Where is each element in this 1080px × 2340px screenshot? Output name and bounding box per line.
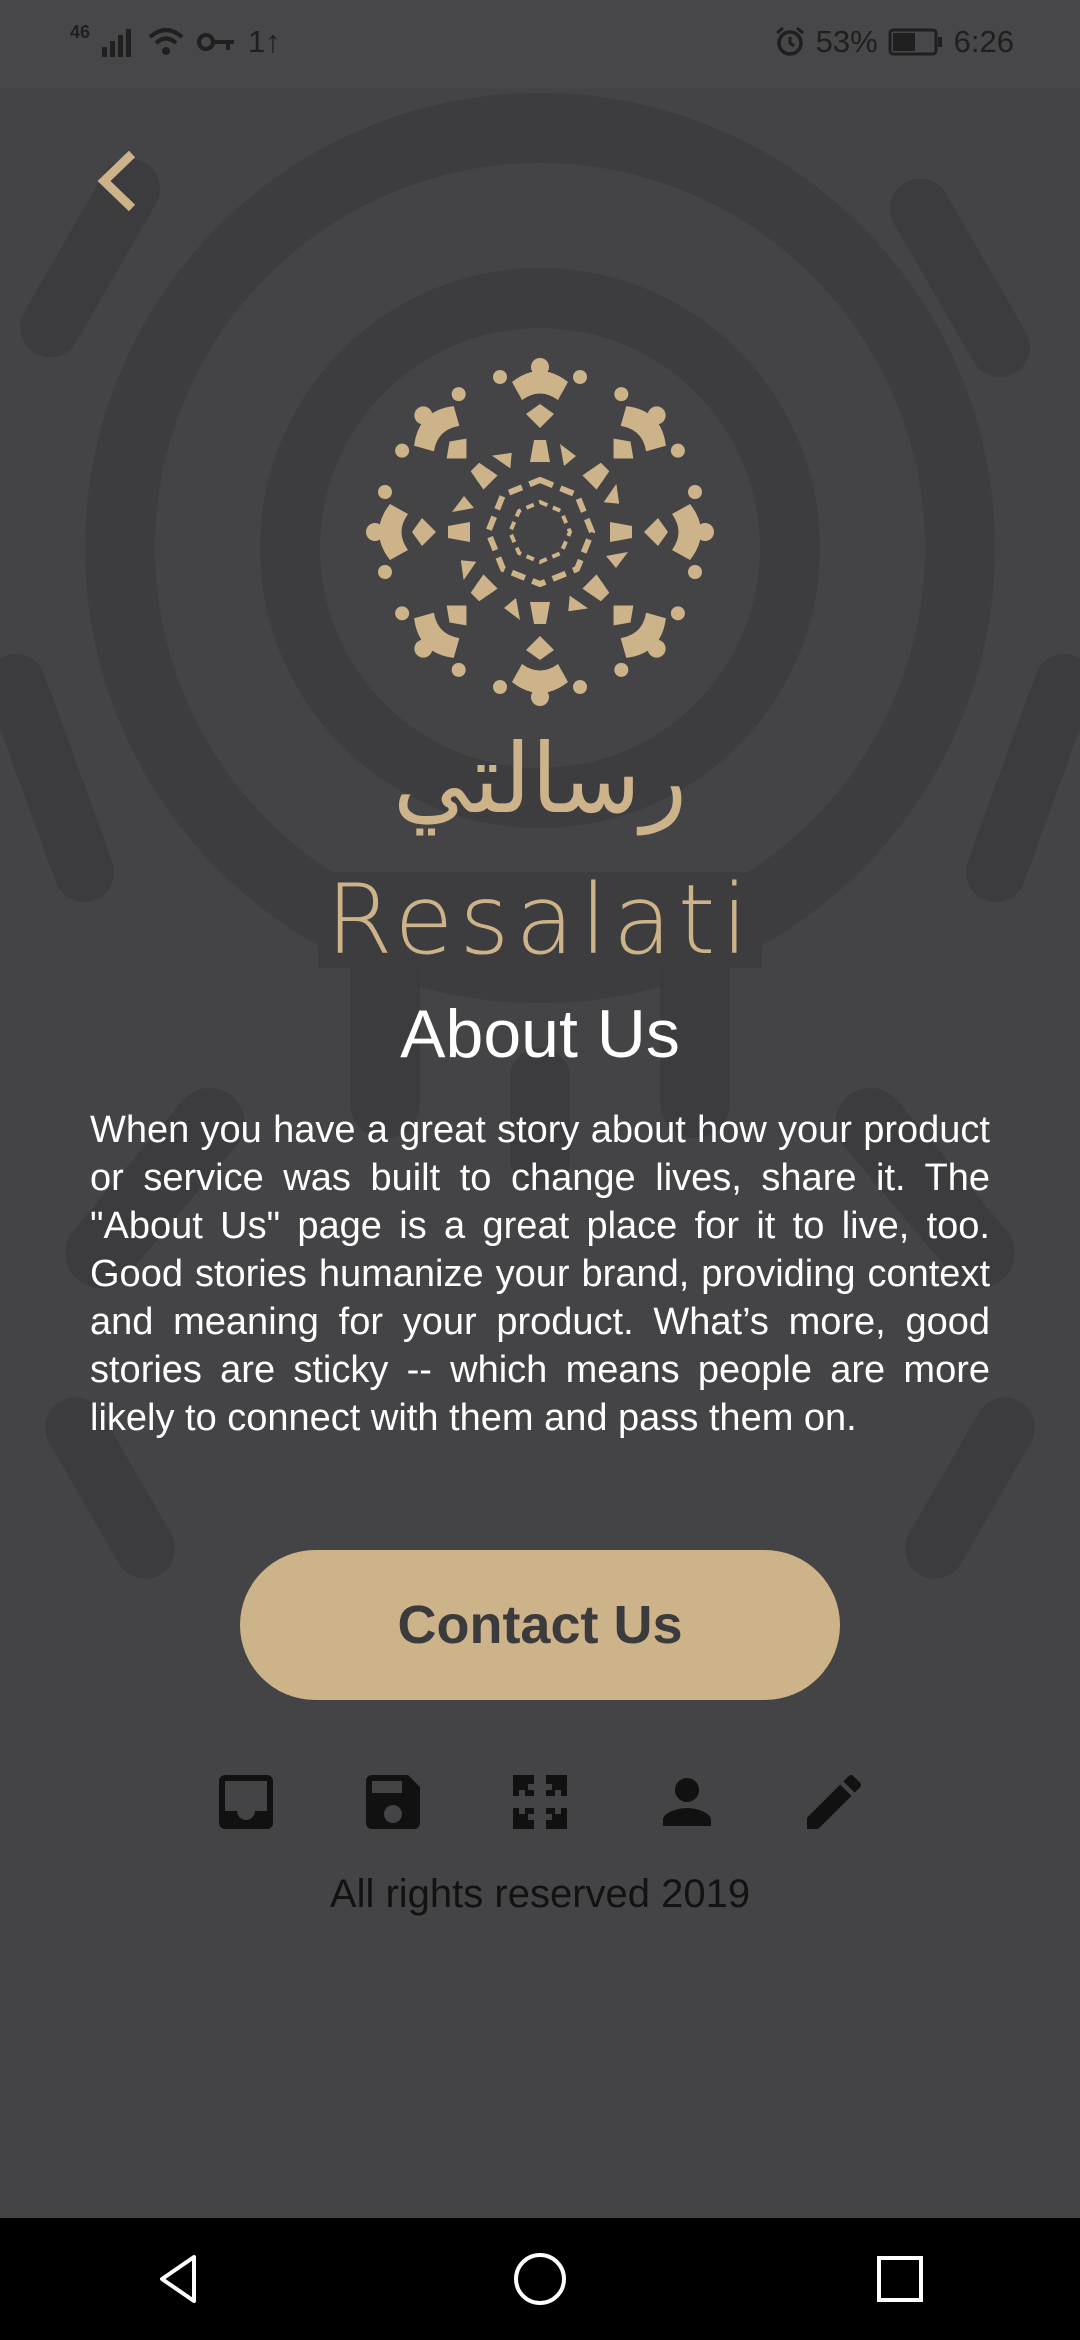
person-icon[interactable]	[651, 1766, 723, 1838]
nav-back-icon[interactable]	[150, 2249, 210, 2309]
logo-mandala	[366, 358, 714, 706]
battery-percent: 53%	[815, 24, 878, 59]
system-navigation-bar	[0, 2218, 1080, 2340]
logo-latin-wordmark: Resalati	[318, 872, 762, 968]
clock: 6:26	[953, 24, 1014, 59]
logo-arabic-wordmark: رسالتي	[393, 732, 687, 836]
svg-text:رسالتي: رسالتي	[393, 732, 687, 836]
inbox-icon[interactable]	[210, 1766, 282, 1838]
copyright-text: All rights reserved 2019	[329, 1872, 751, 1916]
alarm-icon	[775, 26, 804, 56]
back-button[interactable]	[92, 148, 152, 214]
network-type: 46	[70, 21, 91, 42]
puzzle-icon[interactable]	[504, 1766, 576, 1838]
action-icon-row	[210, 1766, 870, 1838]
nav-home-icon[interactable]	[510, 2249, 570, 2309]
save-icon[interactable]	[357, 1766, 429, 1838]
status-bar: 46 1↑ 53% 6:26	[0, 0, 1080, 88]
signal-icon	[102, 29, 132, 57]
about-description: When you have a great story about how yo…	[90, 1109, 990, 1439]
chevron-left-icon	[97, 150, 136, 212]
status-bar-left: 46 1↑	[70, 21, 281, 60]
contact-us-button[interactable]: Contact Us	[240, 1550, 840, 1700]
battery-icon	[888, 28, 942, 56]
wifi-icon	[148, 28, 184, 55]
status-bar-right: 53% 6:26	[774, 24, 1014, 60]
vpn-key-icon	[197, 33, 235, 51]
edit-icon[interactable]	[798, 1766, 870, 1838]
data-indicator: 1↑	[248, 24, 281, 59]
nav-recents-icon[interactable]	[870, 2249, 930, 2309]
page-title: About Us	[400, 996, 680, 1072]
